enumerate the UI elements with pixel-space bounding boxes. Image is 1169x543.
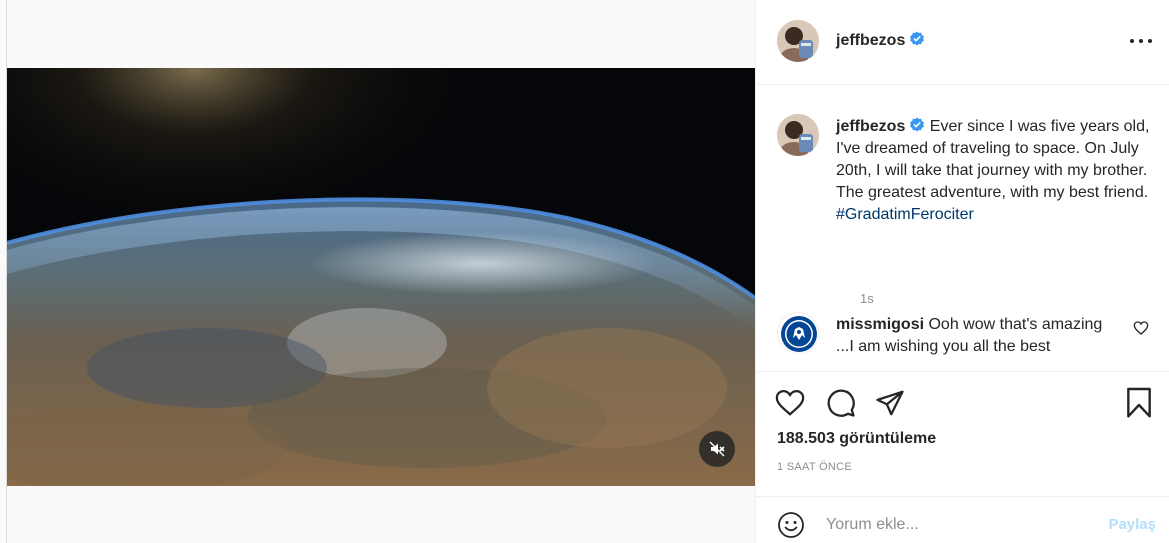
media-area [7,0,755,543]
comment-text: missmigosi Ooh wow that's amazing ...I a… [836,314,1114,358]
speaker-muted-icon [709,441,725,457]
comments-section[interactable]: jeffbezos Ever since I was five years ol… [756,86,1169,370]
paper-plane-icon [876,390,904,416]
caption-username[interactable]: jeffbezos [836,118,905,135]
dot-icon [1148,39,1152,43]
post-header: jeffbezos [756,0,1169,85]
commenter-username[interactable]: missmigosi [836,316,924,333]
more-options-button[interactable] [1130,33,1152,49]
post-actions: 188.503 görüntüleme 1 SAAT ÖNCE [756,371,1169,496]
post-modal: jeffbezos jeffbezos Ever since I was fiv… [7,0,1169,543]
post-time-ago[interactable]: 1 SAAT ÖNCE [777,461,852,473]
view-count[interactable]: 188.503 görüntüleme [777,430,936,448]
share-button[interactable] [873,386,907,420]
like-button[interactable] [773,386,807,420]
profile-photo-icon [777,114,819,156]
caption-timestamp[interactable]: 1s [860,291,874,306]
save-button[interactable] [1122,386,1156,420]
author-username-text[interactable]: jeffbezos [836,32,905,49]
commenter-avatar[interactable] [777,312,819,354]
chelsea-fc-crest-icon [779,314,818,353]
verified-badge-icon [910,31,925,46]
page-left-edge [0,0,7,543]
dot-icon [1139,39,1143,43]
speech-bubble-icon [827,389,855,417]
like-comment-heart-icon[interactable] [1133,320,1149,336]
bookmark-icon [1127,387,1151,418]
comment-button[interactable] [824,386,858,420]
emoji-smiley-icon[interactable] [777,511,805,539]
caption-text: jeffbezos Ever since I was five years ol… [836,116,1156,226]
caption-hashtag-link[interactable]: #GradatimFerociter [836,206,974,223]
comment-input[interactable] [826,513,1086,537]
post-sidebar: jeffbezos jeffbezos Ever since I was fiv… [755,0,1169,543]
add-comment-bar: Paylaş [756,496,1169,543]
author-username[interactable]: jeffbezos [836,31,925,50]
caption-author-avatar[interactable] [777,114,819,156]
verified-badge-icon [910,117,925,132]
post-video[interactable] [7,68,755,486]
author-avatar[interactable] [777,20,819,62]
post-comment-button[interactable]: Paylaş [1108,516,1156,533]
dot-icon [1130,39,1134,43]
profile-photo-icon [777,20,819,62]
heart-icon [775,389,805,416]
mute-toggle-button[interactable] [699,431,735,467]
earth-from-space-image [7,68,755,486]
